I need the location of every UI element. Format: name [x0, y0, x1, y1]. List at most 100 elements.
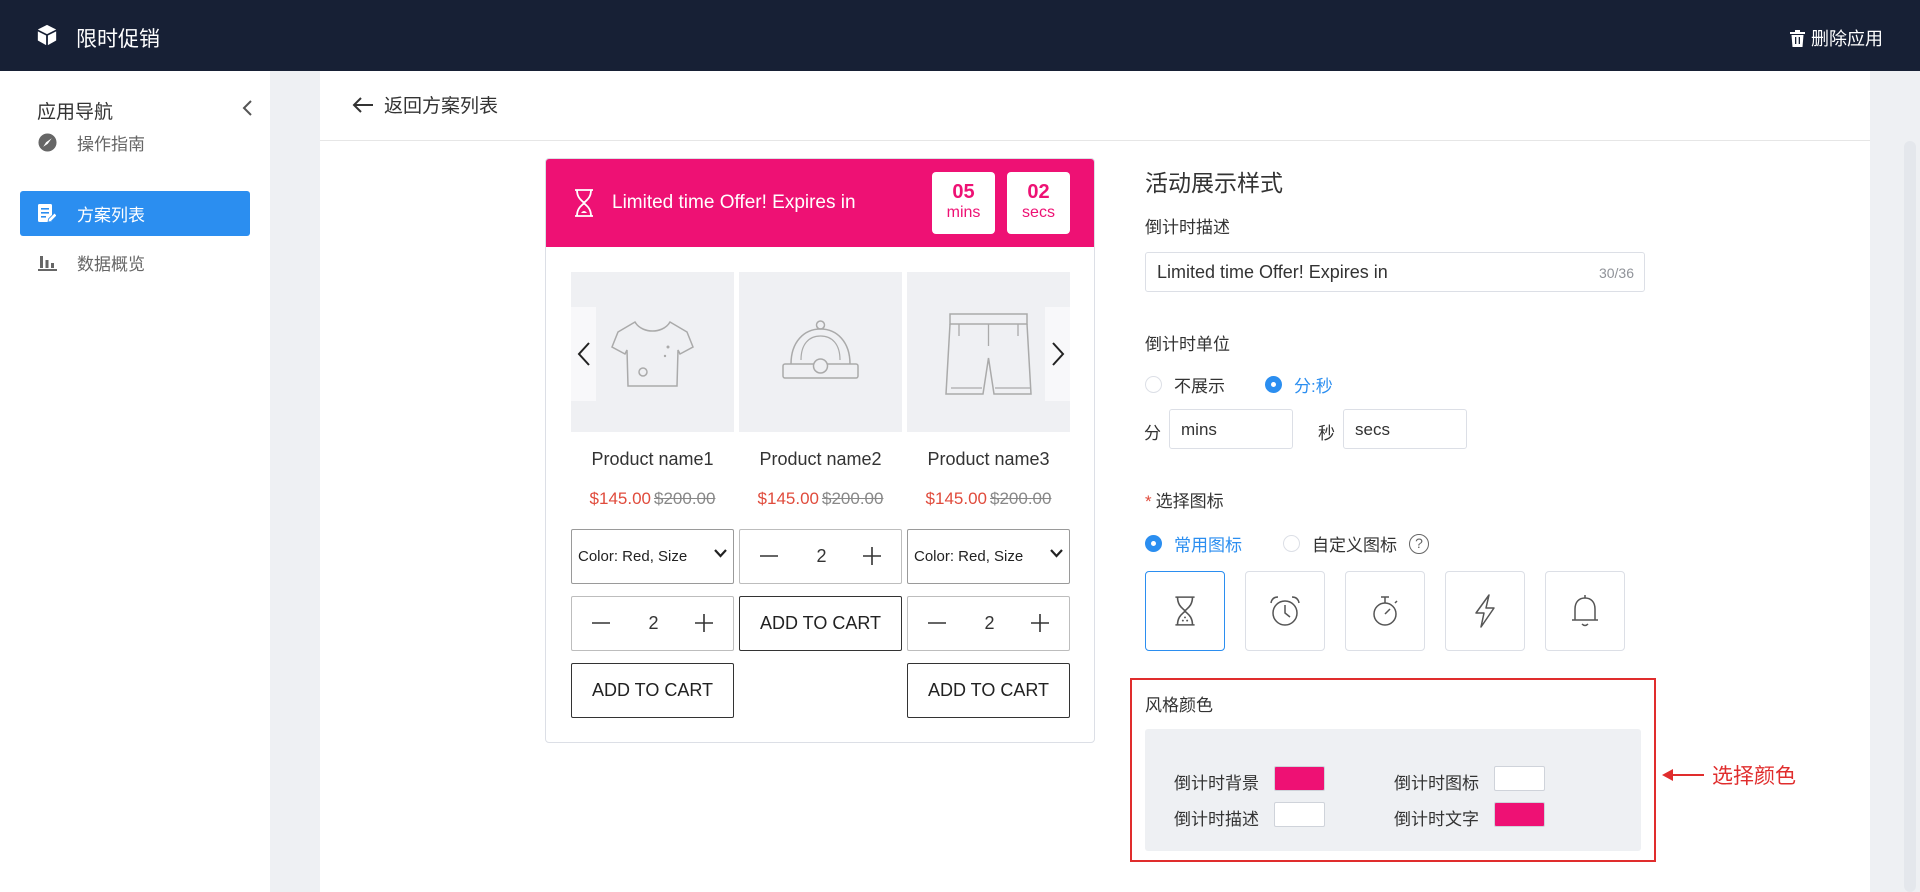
sidebar-item-guide[interactable]: 操作指南 [20, 120, 250, 165]
scrollbar-thumb[interactable] [1904, 141, 1916, 892]
radio-label: 常用图标 [1174, 536, 1242, 555]
countdown-text-color-swatch[interactable] [1494, 802, 1545, 827]
variant-select-value: Color: Red, Size [578, 548, 688, 565]
chevron-down-icon [714, 549, 727, 558]
carousel-next-arrow[interactable] [1045, 307, 1070, 401]
add-to-cart-button-3[interactable]: ADD TO CART [907, 663, 1070, 718]
quantity-stepper-3: 2 [907, 596, 1070, 651]
seconds-field-label: 秒 [1318, 424, 1335, 443]
char-counter: 30/36 [1598, 265, 1634, 281]
annotation-choose-color: 选择颜色 [1662, 760, 1796, 790]
original-price: $200.00 [654, 489, 716, 508]
choose-icon-text: 选择图标 [1155, 492, 1224, 511]
hourglass-icon [575, 189, 593, 217]
plus-icon[interactable] [693, 612, 715, 634]
countdown-desc-label: 倒计时描述 [1145, 218, 1230, 237]
sidebar-item-label: 操作指南 [77, 135, 145, 154]
seconds-unit: secs [1022, 204, 1055, 221]
countdown-banner: Limited time Offer! Expires in 05 mins 0… [546, 159, 1094, 247]
countdown-bg-swatch[interactable] [1274, 766, 1325, 791]
sale-price: $145.00 [589, 489, 651, 508]
original-price: $200.00 [822, 489, 884, 508]
add-to-cart-button-2[interactable]: ADD TO CART [739, 596, 902, 651]
chevron-down-icon [1050, 549, 1063, 558]
quantity-stepper-2: 2 [739, 529, 902, 584]
annotation-text: 选择颜色 [1712, 765, 1796, 788]
cube-logo-icon [37, 24, 57, 46]
sidebar-item-plan-list[interactable]: 方案列表 [20, 191, 250, 236]
sidebar-item-label: 数据概览 [77, 255, 145, 274]
radio-unit-min-sec[interactable]: 分:秒 [1265, 372, 1333, 397]
product-price-1: $145.00 $200.00 [571, 489, 734, 509]
back-to-plan-list-link[interactable]: 返回方案列表 [352, 91, 498, 118]
top-bar: 限时促销 删除应用 [0, 0, 1920, 71]
variant-select-3[interactable]: Color: Red, Size [907, 529, 1070, 584]
bell-icon [1572, 595, 1598, 627]
product-name-3[interactable]: Product name3 [907, 449, 1070, 470]
minutes-value: 05 [952, 181, 975, 203]
product-name-1[interactable]: Product name1 [571, 449, 734, 470]
countdown-desc-color-swatch[interactable] [1274, 802, 1325, 827]
document-edit-icon [37, 204, 57, 224]
original-price: $200.00 [990, 489, 1052, 508]
minutes-field-label: 分 [1144, 424, 1161, 443]
sale-price: $145.00 [925, 489, 987, 508]
chevron-left-icon[interactable] [238, 96, 258, 120]
radio-circle[interactable] [1265, 376, 1282, 393]
icon-option-hourglass[interactable] [1145, 571, 1225, 651]
radio-circle[interactable] [1145, 376, 1162, 393]
product-name-2[interactable]: Product name2 [739, 449, 902, 470]
radio-circle[interactable] [1145, 535, 1162, 552]
countdown-icon-color-swatch[interactable] [1494, 766, 1545, 791]
carousel-prev-arrow[interactable] [571, 307, 596, 401]
variant-select-1[interactable]: Color: Red, Size [571, 529, 734, 584]
chevron-left-icon [577, 342, 590, 366]
radio-label: 分:秒 [1294, 377, 1333, 396]
chevron-right-icon [1051, 342, 1064, 366]
icon-option-stopwatch[interactable] [1345, 571, 1425, 651]
product-price-2: $145.00 $200.00 [739, 489, 902, 509]
help-icon[interactable]: ? [1409, 533, 1429, 554]
page-scrollbar[interactable] [1900, 71, 1920, 892]
choose-icon-label: * 选择图标 [1145, 487, 1224, 512]
minutes-unit-input[interactable]: mins [1169, 409, 1293, 449]
seconds-value: 02 [1027, 181, 1050, 203]
countdown-description: Limited time Offer! Expires in [612, 192, 856, 213]
countdown-desc-input[interactable]: Limited time Offer! Expires in 30/36 [1145, 252, 1645, 292]
quantity-stepper-1: 2 [571, 596, 734, 651]
style-color-panel: 倒计时背景 倒计时图标 倒计时描述 倒计时文字 [1145, 729, 1641, 851]
product-image-2[interactable] [739, 272, 902, 432]
radio-label: 不展示 [1174, 377, 1225, 396]
hourglass-icon [1175, 596, 1195, 626]
icon-option-bell[interactable] [1545, 571, 1625, 651]
trash-icon [1790, 29, 1805, 47]
countdown-preview: Limited time Offer! Expires in 05 mins 0… [545, 158, 1095, 743]
radio-unit-hide[interactable]: 不展示 [1145, 372, 1225, 397]
plus-icon[interactable] [1029, 612, 1051, 634]
section-title: 活动展示样式 [1145, 170, 1283, 196]
radio-custom-icon[interactable]: 自定义图标 ? [1283, 531, 1429, 556]
countdown-bg-label: 倒计时背景 [1174, 774, 1259, 793]
seconds-unit-input[interactable]: secs [1343, 409, 1467, 449]
required-mark: * [1145, 492, 1152, 511]
variant-select-value: Color: Red, Size [914, 548, 1024, 565]
radio-common-icons[interactable]: 常用图标 [1145, 531, 1242, 556]
alarm-clock-icon [1270, 596, 1300, 626]
lightning-icon [1475, 594, 1495, 628]
sidebar-item-data-overview[interactable]: 数据概览 [20, 240, 250, 285]
radio-circle[interactable] [1283, 535, 1300, 552]
sidebar: 应用导航 操作指南 方案列表 数据概览 [0, 71, 270, 892]
icon-option-lightning[interactable] [1445, 571, 1525, 651]
icon-option-alarm[interactable] [1245, 571, 1325, 651]
countdown-unit-label: 倒计时单位 [1145, 335, 1230, 354]
radio-label: 自定义图标 [1312, 536, 1397, 555]
countdown-desc-value[interactable]: Limited time Offer! Expires in [1157, 262, 1388, 283]
sidebar-item-label: 方案列表 [77, 206, 145, 225]
minutes-unit: mins [946, 204, 981, 221]
bar-chart-icon [37, 253, 57, 273]
plus-icon[interactable] [861, 545, 883, 567]
add-to-cart-button-1[interactable]: ADD TO CART [571, 663, 734, 718]
stopwatch-icon [1373, 596, 1398, 626]
delete-app-button[interactable]: 删除应用 [1790, 25, 1883, 51]
back-label: 返回方案列表 [384, 96, 499, 117]
